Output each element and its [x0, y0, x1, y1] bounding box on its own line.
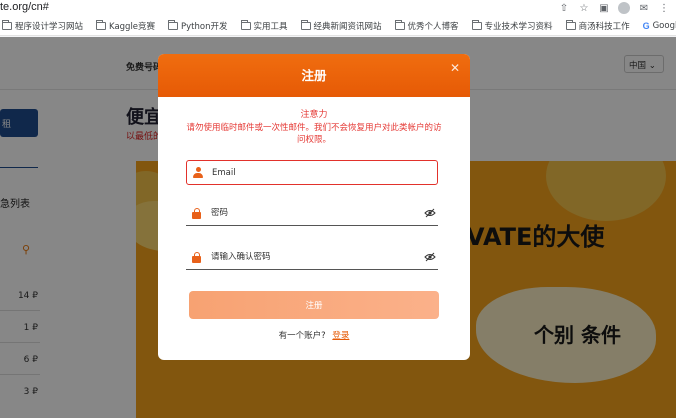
confirm-password-field[interactable]	[186, 245, 438, 270]
notice-body: 请勿使用临时邮件或一次性邮件。我们不会恢复用户对此类帐户的访问权限。	[186, 123, 442, 145]
bookmark-item[interactable]: 优秀个人博客	[394, 19, 459, 32]
bookmark-item[interactable]: 程序设计学习网站	[2, 19, 83, 32]
bookmark-item[interactable]: Python开发	[168, 19, 228, 32]
extension-icon[interactable]: ▣	[598, 2, 610, 14]
google-icon: G	[642, 20, 650, 31]
eye-hidden-icon[interactable]	[424, 207, 436, 219]
email-field[interactable]	[186, 160, 438, 185]
menu-icon[interactable]: ⋮	[658, 2, 670, 14]
bookmarks-bar: 程序设计学习网站 Kaggle竞赛 Python开发 实用工具 经典新闻资讯网站…	[0, 16, 676, 36]
bookmark-item[interactable]: 实用工具	[240, 19, 288, 32]
bookmark-item[interactable]: GGoogle	[643, 21, 676, 31]
folder-icon	[394, 19, 405, 30]
folder-icon	[2, 19, 12, 30]
notice-title: 注意力	[300, 110, 328, 120]
folder-icon	[471, 19, 482, 30]
eye-hidden-icon[interactable]	[424, 251, 436, 263]
profile-icon[interactable]	[618, 2, 630, 14]
mail-icon[interactable]: ✉	[638, 2, 650, 14]
bookmark-item[interactable]: 专业技术学习资料	[471, 19, 553, 32]
login-link[interactable]: 登录	[332, 331, 349, 341]
url-text[interactable]: te.org/cn#	[0, 1, 49, 13]
folder-icon	[565, 19, 576, 30]
email-input[interactable]	[212, 167, 412, 178]
password-input[interactable]	[211, 208, 411, 218]
share-icon[interactable]: ⇧	[558, 2, 570, 14]
folder-icon	[168, 19, 179, 30]
modal-header: 注册 ✕	[158, 54, 470, 97]
bookmark-item[interactable]: 商汤科技工作	[565, 19, 630, 32]
confirm-password-input[interactable]	[211, 252, 411, 262]
user-icon	[193, 167, 203, 178]
login-prompt: 有一个账户? 登录	[158, 329, 470, 341]
bookmark-item[interactable]: 经典新闻资讯网站	[300, 19, 382, 32]
close-icon[interactable]: ✕	[448, 61, 462, 75]
browser-toolbar-icons: ⇧ ☆ ▣ ✉ ⋮	[558, 0, 676, 16]
folder-icon	[300, 19, 311, 30]
password-field[interactable]	[186, 201, 438, 226]
modal-title: 注册	[301, 68, 327, 83]
bookmark-item[interactable]: Kaggle竞赛	[96, 19, 155, 32]
lock-icon	[192, 207, 201, 219]
lock-icon	[192, 251, 201, 263]
register-modal: 注册 ✕ 注意力 请勿使用临时邮件或一次性邮件。我们不会恢复用户对此类帐户的访问…	[158, 54, 470, 360]
address-bar[interactable]: te.org/cn# ⇧ ☆ ▣ ✉ ⋮	[0, 0, 676, 16]
star-icon[interactable]: ☆	[578, 2, 590, 14]
folder-icon	[96, 19, 107, 30]
register-button[interactable]: 注册	[189, 291, 439, 319]
folder-icon	[240, 19, 251, 30]
login-prompt-text: 有一个账户?	[278, 331, 326, 341]
